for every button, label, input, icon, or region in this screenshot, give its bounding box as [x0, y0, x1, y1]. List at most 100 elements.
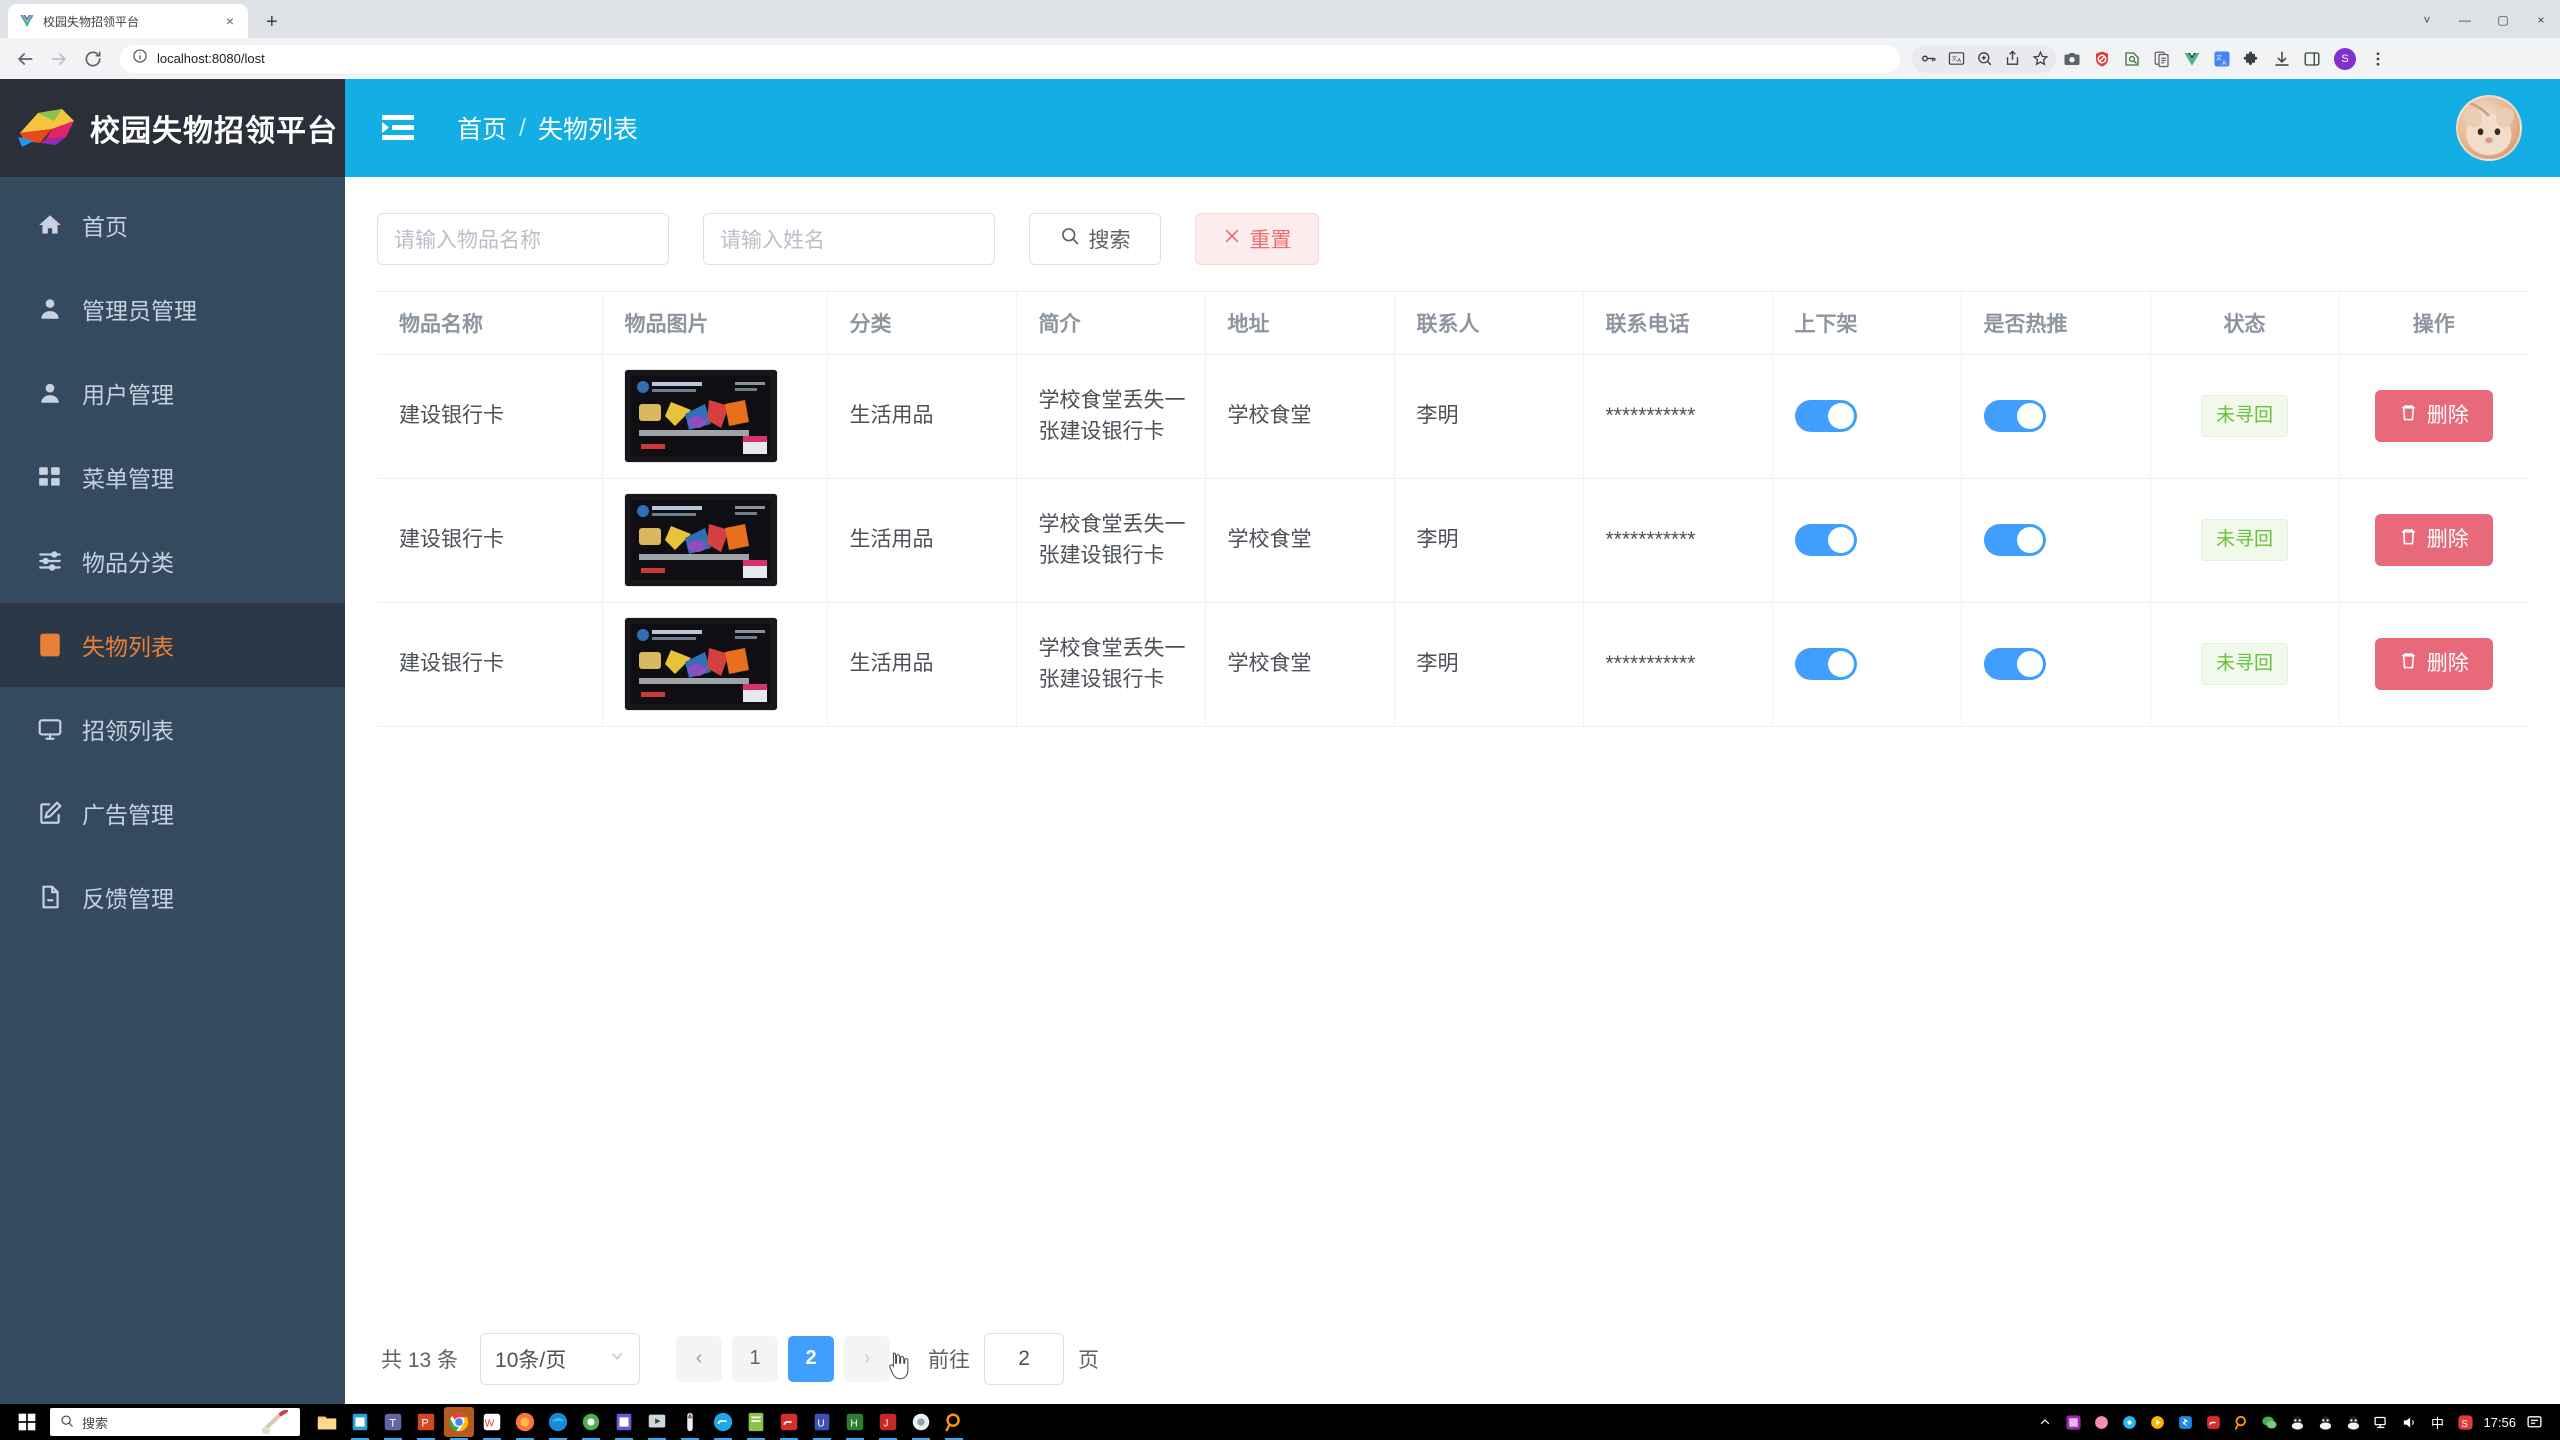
sidebar-item-menu-management[interactable]: 菜单管理	[0, 435, 345, 519]
hot-toggle[interactable]	[1984, 648, 2046, 680]
page-size-select[interactable]: 10条/页	[480, 1333, 640, 1385]
taskbar-clock[interactable]: 17:56	[2483, 1415, 2516, 1430]
site-info-icon[interactable]	[132, 48, 148, 69]
idea-icon[interactable]	[576, 1407, 606, 1437]
tray-wechat-icon[interactable]	[2259, 1412, 2279, 1432]
tray-app3-icon[interactable]	[2119, 1412, 2139, 1432]
delete-button[interactable]: 删除	[2375, 390, 2493, 442]
key-icon[interactable]	[1914, 45, 1942, 73]
table-row[interactable]: 建设银行卡	[377, 478, 2528, 602]
kebab-menu-icon[interactable]	[2364, 45, 2392, 73]
notification-icon[interactable]	[2524, 1412, 2544, 1432]
close-window-button[interactable]: ×	[2522, 6, 2560, 34]
taskbar-search-box[interactable]: 搜索	[50, 1408, 300, 1436]
tray-magnifier-icon[interactable]	[2231, 1412, 2251, 1432]
music-app-icon[interactable]: J	[873, 1407, 903, 1437]
hbuilder-icon[interactable]: H	[840, 1407, 870, 1437]
puzzle-extensions-icon[interactable]	[2238, 45, 2266, 73]
wps-icon[interactable]: W	[477, 1407, 507, 1437]
minimize-button[interactable]: —	[2446, 6, 2484, 34]
sidebar-item-admin-management[interactable]: 管理员管理	[0, 267, 345, 351]
bank-card-thumbnail[interactable]	[625, 618, 777, 710]
profile-avatar[interactable]: S	[2334, 48, 2356, 70]
search-button[interactable]: 搜索	[1029, 213, 1161, 265]
maximize-button[interactable]: ▢	[2484, 6, 2522, 34]
delete-button[interactable]: 删除	[2375, 514, 2493, 566]
page-button-2[interactable]: 2	[788, 1336, 834, 1382]
cloud-music-icon[interactable]	[708, 1407, 738, 1437]
shield-icon[interactable]	[2088, 45, 2116, 73]
tray-dingtalk-icon[interactable]	[2175, 1412, 2195, 1432]
navicat-icon[interactable]	[609, 1407, 639, 1437]
jump-page-input[interactable]: 2	[984, 1333, 1064, 1385]
windows-start-icon[interactable]	[6, 1404, 48, 1440]
new-tab-button[interactable]: +	[258, 12, 286, 32]
cloud-drive-icon[interactable]	[774, 1407, 804, 1437]
translate-card-icon[interactable]: 文A	[1942, 45, 1970, 73]
pen-app-icon[interactable]	[675, 1407, 705, 1437]
reset-button[interactable]: 重置	[1195, 213, 1319, 265]
tray-volume-icon[interactable]	[2399, 1412, 2419, 1432]
sidebar-item-found-list[interactable]: 招领列表	[0, 687, 345, 771]
teams-icon[interactable]: T	[378, 1407, 408, 1437]
tray-ime-icon[interactable]: 中	[2427, 1412, 2447, 1432]
store-icon[interactable]	[345, 1407, 375, 1437]
download-icon[interactable]	[2268, 45, 2296, 73]
breadcrumb-item-home[interactable]: 首页	[457, 110, 507, 146]
zoom-search-icon[interactable]	[1970, 45, 1998, 73]
notepad-icon[interactable]	[741, 1407, 771, 1437]
tab-search-chevron-icon[interactable]: ˅	[2408, 6, 2446, 34]
page-button-1[interactable]: 1	[732, 1336, 778, 1382]
tray-app2-icon[interactable]	[2091, 1412, 2111, 1432]
back-icon[interactable]	[10, 44, 40, 74]
tray-cloud-icon[interactable]	[2203, 1412, 2223, 1432]
tray-chevron-up-icon[interactable]	[2035, 1412, 2055, 1432]
shelf-toggle[interactable]	[1795, 400, 1857, 432]
avatar[interactable]	[2456, 95, 2522, 161]
sidebar-item-feedback-management[interactable]: 反馈管理	[0, 855, 345, 939]
browser-app-icon[interactable]	[906, 1407, 936, 1437]
database-tool-icon[interactable]: U	[807, 1407, 837, 1437]
address-bar[interactable]: localhost:8080/lost	[120, 45, 1900, 73]
sidebar-item-home[interactable]: 首页	[0, 183, 345, 267]
firefox-icon[interactable]	[510, 1407, 540, 1437]
person-name-input[interactable]: 请输入姓名	[703, 213, 995, 265]
sidebar-item-ad-management[interactable]: 广告管理	[0, 771, 345, 855]
side-panel-icon[interactable]	[2298, 45, 2326, 73]
sidebar-item-item-category[interactable]: 物品分类	[0, 519, 345, 603]
tray-qq-2-icon[interactable]	[2315, 1412, 2335, 1432]
tray-media-icon[interactable]	[2147, 1412, 2167, 1432]
shelf-toggle[interactable]	[1795, 524, 1857, 556]
delete-button[interactable]: 删除	[2375, 638, 2493, 690]
close-icon[interactable]: ×	[222, 12, 238, 30]
prev-page-button[interactable]: ‹	[676, 1336, 722, 1382]
location-search-icon[interactable]	[2118, 45, 2146, 73]
tray-qq-1-icon[interactable]	[2287, 1412, 2307, 1432]
table-row[interactable]: 建设银行卡	[377, 354, 2528, 478]
camera-icon[interactable]	[2058, 45, 2086, 73]
file-explorer-icon[interactable]	[312, 1407, 342, 1437]
tray-sogou-icon[interactable]: S	[2455, 1412, 2475, 1432]
google-translate-icon[interactable]: 文A	[2208, 45, 2236, 73]
reload-icon[interactable]	[78, 44, 108, 74]
hot-toggle[interactable]	[1984, 400, 2046, 432]
bank-card-thumbnail[interactable]	[625, 494, 777, 586]
edge-icon[interactable]	[543, 1407, 573, 1437]
tray-app1-icon[interactable]	[2063, 1412, 2083, 1432]
chrome-icon[interactable]	[444, 1407, 474, 1437]
table-row[interactable]: 建设银行卡	[377, 602, 2528, 726]
hamburger-collapse-icon[interactable]	[375, 105, 421, 151]
tray-network-icon[interactable]	[2371, 1412, 2391, 1432]
hot-toggle[interactable]	[1984, 524, 2046, 556]
magnifier-app-icon[interactable]	[939, 1407, 969, 1437]
bank-card-thumbnail[interactable]	[625, 370, 777, 462]
shelf-toggle[interactable]	[1795, 648, 1857, 680]
media-player-icon[interactable]	[642, 1407, 672, 1437]
copy-icon[interactable]	[2148, 45, 2176, 73]
tray-qq-3-icon[interactable]	[2343, 1412, 2363, 1432]
sidebar-item-user-management[interactable]: 用户管理	[0, 351, 345, 435]
star-icon[interactable]	[2026, 45, 2054, 73]
vue-devtools-icon[interactable]	[2178, 45, 2206, 73]
powerpoint-icon[interactable]: P	[411, 1407, 441, 1437]
sidebar-item-lost-list[interactable]: 失物列表	[0, 603, 345, 687]
